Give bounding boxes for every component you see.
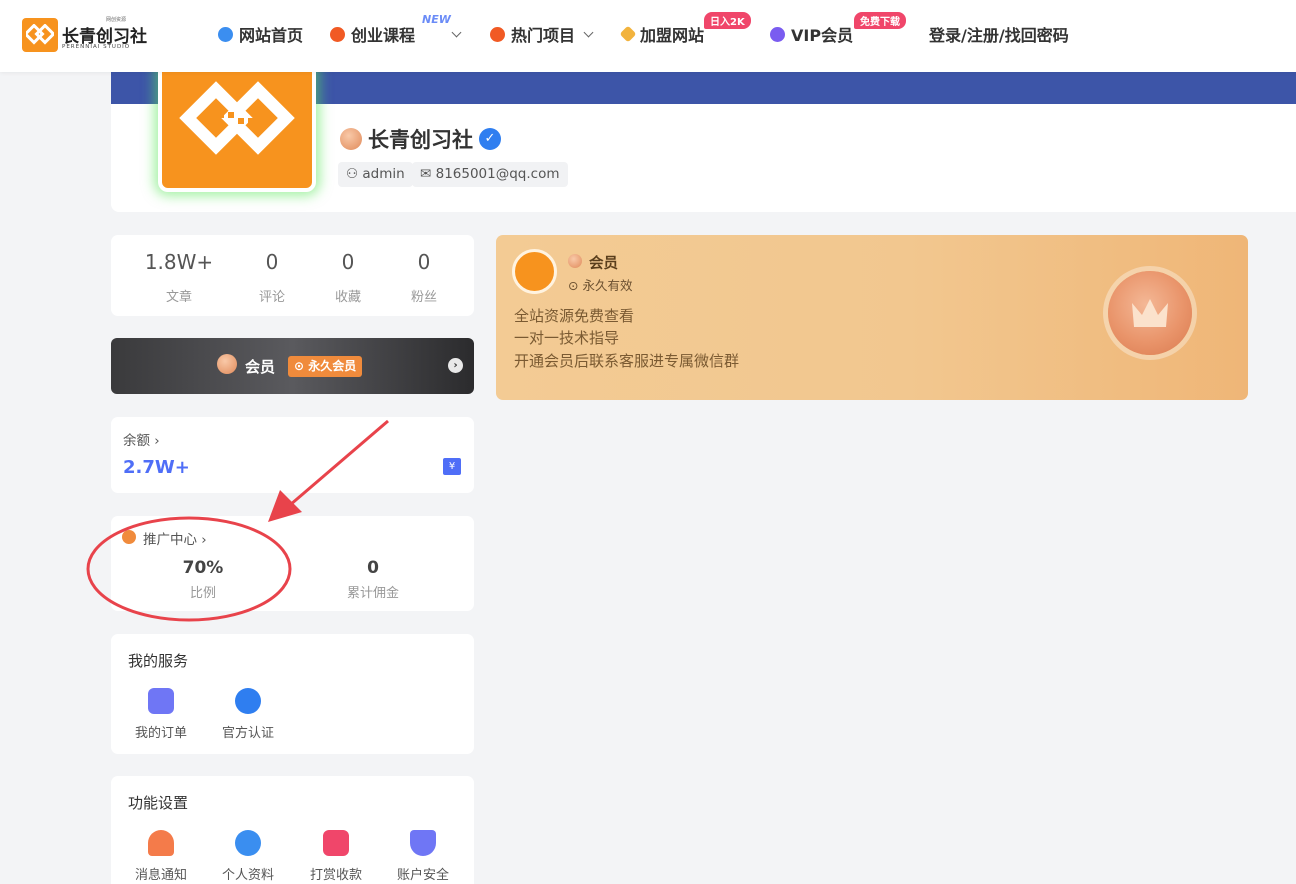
promo-center-card[interactable]: 推广中心 › 70% 比例 0 累计佣金 bbox=[111, 516, 474, 611]
gift-icon bbox=[323, 830, 349, 856]
service-orders[interactable]: 我的订单 bbox=[125, 688, 197, 741]
member-benefit: 一对一技术指导 bbox=[514, 329, 620, 347]
profile-name: 长青创习社 bbox=[368, 128, 473, 152]
site-logo[interactable]: 网创资源 长青创习社 PERENNIAI STUDIO bbox=[22, 16, 147, 54]
verified-icon bbox=[235, 688, 261, 714]
member-title: 会员 bbox=[589, 256, 618, 272]
stats-card: 1.8W+ 文章 0 评论 0 收藏 0 粉丝 bbox=[111, 235, 474, 316]
chevron-down-icon bbox=[583, 27, 594, 37]
settings-card: 功能设置 消息通知 个人资料 打赏收款 账户安全 bbox=[111, 776, 474, 884]
username-tag: ⚇ admin bbox=[338, 162, 413, 187]
crown-badge-icon bbox=[217, 354, 237, 374]
crown-badge-icon bbox=[340, 128, 362, 150]
nav-item-vip[interactable]: VIP会员 免费下载 bbox=[770, 12, 906, 46]
email-tag: ✉ 8165001@qq.com bbox=[412, 162, 568, 187]
crown-medal-icon bbox=[1108, 271, 1192, 355]
nav-login-link[interactable]: 登录/注册/找回密码 bbox=[929, 22, 1069, 46]
member-benefit: 全站资源免费查看 bbox=[514, 307, 635, 325]
promo-ratio-label: 比例 bbox=[189, 586, 216, 601]
bell-icon bbox=[148, 830, 174, 856]
balance-label[interactable]: 余额 › bbox=[123, 429, 160, 449]
balance-card[interactable]: 余额 › 2.7W+ ¥ bbox=[111, 417, 474, 493]
new-badge: NEW bbox=[422, 13, 451, 26]
nav-item-home[interactable]: 网站首页 bbox=[218, 22, 303, 46]
stat-posts-value: 1.8W+ bbox=[144, 250, 214, 274]
services-card: 我的服务 我的订单 官方认证 bbox=[111, 634, 474, 754]
service-verification[interactable]: 官方认证 bbox=[212, 688, 284, 741]
free-download-badge: 免费下载 bbox=[854, 12, 906, 29]
chevron-down-icon bbox=[451, 27, 462, 37]
user-icon: ⚇ bbox=[346, 166, 359, 182]
verified-icon: ✓ bbox=[479, 128, 501, 150]
setting-profile[interactable]: 个人资料 bbox=[212, 830, 284, 883]
home-icon bbox=[218, 26, 233, 42]
crown-badge-icon bbox=[568, 254, 582, 268]
stat-posts-label[interactable]: 文章 bbox=[139, 286, 219, 305]
lifetime-vip-tag: ⊙ 永久会员 bbox=[288, 356, 363, 377]
promo-title[interactable]: 推广中心 › bbox=[143, 528, 207, 548]
nav-item-projects[interactable]: 热门项目 bbox=[490, 22, 594, 46]
stat-fans-value: 0 bbox=[417, 250, 431, 274]
promo-commission-value: 0 bbox=[367, 558, 379, 578]
mail-icon: ✉ bbox=[420, 166, 432, 182]
stat-favorites-value: 0 bbox=[341, 250, 355, 274]
setting-notifications[interactable]: 消息通知 bbox=[125, 830, 197, 883]
nav-item-courses[interactable]: 创业课程 NEW bbox=[330, 13, 462, 46]
shield-icon bbox=[410, 830, 436, 856]
member-validity: ⊙ 永久有效 bbox=[568, 278, 633, 293]
setting-tips[interactable]: 打赏收款 bbox=[300, 830, 372, 883]
promo-commission-label: 累计佣金 bbox=[346, 586, 399, 601]
services-title: 我的服务 bbox=[128, 652, 189, 670]
member-avatar bbox=[512, 249, 557, 294]
settings-title: 功能设置 bbox=[128, 794, 189, 812]
chevron-right-icon[interactable]: › bbox=[448, 358, 463, 373]
vip-status-bar[interactable]: 会员 ⊙ 永久会员 › bbox=[111, 338, 474, 394]
wallet-icon[interactable]: ¥ bbox=[443, 458, 461, 475]
logo-english: PERENNIAI STUDIO bbox=[62, 44, 131, 50]
logo-mark-icon bbox=[22, 18, 58, 52]
stat-favorites-label[interactable]: 收藏 bbox=[308, 286, 388, 305]
tag-icon bbox=[619, 25, 637, 43]
fire-icon bbox=[330, 26, 345, 42]
stat-comments-label[interactable]: 评论 bbox=[232, 286, 312, 305]
profile-name-row: 长青创习社 ✓ bbox=[340, 124, 501, 154]
vip-label: 会员 bbox=[245, 358, 276, 376]
nav-item-join[interactable]: 加盟网站 日入2K bbox=[619, 12, 751, 46]
promo-ratio-value: 70% bbox=[182, 558, 224, 578]
order-icon bbox=[148, 688, 174, 714]
fire-icon bbox=[490, 26, 505, 42]
member-card: 会员 ⊙ 永久有效 全站资源免费查看 一对一技术指导 开通会员后联系客服进专属微… bbox=[496, 235, 1248, 400]
setting-security[interactable]: 账户安全 bbox=[387, 830, 459, 883]
profile-icon bbox=[235, 830, 261, 856]
profile-avatar[interactable] bbox=[158, 62, 316, 192]
stat-comments-value: 0 bbox=[265, 250, 279, 274]
member-benefit: 开通会员后联系客服进专属微信群 bbox=[514, 352, 740, 370]
stat-fans-label[interactable]: 粉丝 bbox=[384, 286, 464, 305]
balance-value: 2.7W+ bbox=[123, 457, 190, 478]
money-bag-icon bbox=[122, 530, 136, 544]
site-header: 网创资源 长青创习社 PERENNIAI STUDIO 网站首页 创业课程 NE… bbox=[0, 0, 1296, 72]
vip-icon bbox=[770, 26, 785, 42]
earn-badge: 日入2K bbox=[704, 12, 751, 29]
